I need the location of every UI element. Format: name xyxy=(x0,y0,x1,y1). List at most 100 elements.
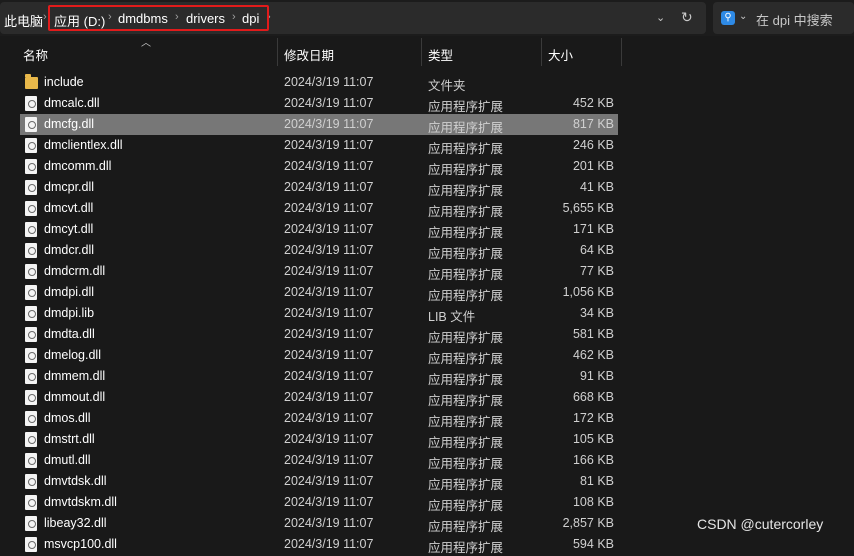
dll-file-icon xyxy=(25,390,37,405)
dll-file-icon xyxy=(25,369,37,384)
file-size: 246 KB xyxy=(572,138,614,152)
refresh-icon[interactable]: ↻ xyxy=(681,9,693,26)
sort-up-icon: ︿ xyxy=(141,38,151,49)
file-row[interactable]: dmmout.dll 2024/3/19 11:07 应用程序扩展 668 KB xyxy=(0,387,854,408)
file-row[interactable]: dmclientlex.dll 2024/3/19 11:07 应用程序扩展 246 … xyxy=(0,135,854,156)
file-type: LIB 文件 xyxy=(428,310,476,324)
file-size: 462 KB xyxy=(572,348,614,362)
file-date: 2024/3/19 11:07 xyxy=(284,327,374,341)
file-row[interactable]: dmdcrm.dll 2024/3/19 11:07 应用程序扩展 77 KB xyxy=(0,261,854,282)
chevron-down-icon[interactable]: ⌄ xyxy=(656,11,665,24)
lib-file-icon xyxy=(25,306,37,321)
file-row[interactable]: dmcalc.dll 2024/3/19 11:07 应用程序扩展 452 KB xyxy=(0,93,854,114)
file-date: 2024/3/19 11:07 xyxy=(284,264,374,278)
file-row[interactable]: include 2024/3/19 11:07 文件夹 xyxy=(0,72,854,93)
file-row[interactable]: dmcpr.dll 2024/3/19 11:07 应用程序扩展 41 KB xyxy=(0,177,854,198)
file-size: 91 KB xyxy=(579,369,614,383)
address-bar[interactable]: 此电脑 › 应用 (D:) › dmdbms › drivers › dpi ›… xyxy=(0,2,706,34)
folder-icon xyxy=(25,74,38,89)
column-type[interactable]: 类型 xyxy=(428,45,453,64)
file-date: 2024/3/19 11:07 xyxy=(284,138,374,152)
file-type: 应用程序扩展 xyxy=(428,163,504,177)
file-size: 171 KB xyxy=(572,222,614,236)
file-size: 2,857 KB xyxy=(562,516,614,530)
file-name: include xyxy=(44,75,84,89)
file-row[interactable]: dmdta.dll 2024/3/19 11:07 应用程序扩展 581 KB xyxy=(0,324,854,345)
file-row[interactable]: dmcyt.dll 2024/3/19 11:07 应用程序扩展 171 KB xyxy=(0,219,854,240)
breadcrumb-root[interactable]: 此电脑 xyxy=(4,11,43,30)
file-size: 172 KB xyxy=(572,411,614,425)
dll-file-icon xyxy=(25,180,37,195)
column-header: ︿ 名称 修改日期 类型 大小 xyxy=(0,36,854,66)
file-size: 64 KB xyxy=(579,243,614,257)
file-type: 应用程序扩展 xyxy=(428,205,504,219)
file-size: 817 KB xyxy=(572,117,614,131)
file-row[interactable]: dmstrt.dll 2024/3/19 11:07 应用程序扩展 105 KB xyxy=(0,429,854,450)
file-name: dmclientlex.dll xyxy=(44,138,123,152)
file-date: 2024/3/19 11:07 xyxy=(284,75,374,89)
file-size: 1,056 KB xyxy=(562,285,614,299)
file-row[interactable]: dmutl.dll 2024/3/19 11:07 应用程序扩展 166 KB xyxy=(0,450,854,471)
file-date: 2024/3/19 11:07 xyxy=(284,516,374,530)
file-date: 2024/3/19 11:07 xyxy=(284,117,374,131)
file-name: dmdta.dll xyxy=(44,327,95,341)
dll-file-icon xyxy=(25,96,37,111)
file-type: 应用程序扩展 xyxy=(428,142,504,156)
file-size: 166 KB xyxy=(572,453,614,467)
file-name: dmdpi.lib xyxy=(44,306,95,320)
dll-file-icon xyxy=(25,264,37,279)
file-row[interactable]: dmos.dll 2024/3/19 11:07 应用程序扩展 172 KB xyxy=(0,408,854,429)
file-name: dmcfg.dll xyxy=(44,117,95,131)
file-date: 2024/3/19 11:07 xyxy=(284,495,374,509)
file-type: 应用程序扩展 xyxy=(428,499,504,513)
file-date: 2024/3/19 11:07 xyxy=(284,453,374,467)
file-date: 2024/3/19 11:07 xyxy=(284,369,374,383)
file-date: 2024/3/19 11:07 xyxy=(284,222,374,236)
file-row[interactable]: dmvtdskm.dll 2024/3/19 11:07 应用程序扩展 108 KB xyxy=(0,492,854,513)
column-divider[interactable] xyxy=(621,38,622,66)
file-row[interactable]: dmdcr.dll 2024/3/19 11:07 应用程序扩展 64 KB xyxy=(0,240,854,261)
file-name: dmcyt.dll xyxy=(44,222,94,236)
column-divider[interactable] xyxy=(277,38,278,66)
search-icon: ⚲ xyxy=(721,11,735,25)
dll-file-icon xyxy=(25,243,37,258)
file-size: 108 KB xyxy=(572,495,614,509)
dll-file-icon xyxy=(25,453,37,468)
column-divider[interactable] xyxy=(421,38,422,66)
file-row[interactable]: dmcvt.dll 2024/3/19 11:07 应用程序扩展 5,655 KB xyxy=(0,198,854,219)
column-date[interactable]: 修改日期 xyxy=(284,45,334,64)
column-name[interactable]: 名称 xyxy=(23,45,48,64)
file-type: 应用程序扩展 xyxy=(428,520,504,534)
file-size: 77 KB xyxy=(579,264,614,278)
file-type: 应用程序扩展 xyxy=(428,457,504,471)
file-row[interactable]: dmcfg.dll 2024/3/19 11:07 应用程序扩展 817 KB xyxy=(20,114,618,135)
file-size: 105 KB xyxy=(572,432,614,446)
file-date: 2024/3/19 11:07 xyxy=(284,537,374,551)
column-divider[interactable] xyxy=(541,38,542,66)
toolbar: 此电脑 › 应用 (D:) › dmdbms › drivers › dpi ›… xyxy=(0,0,854,36)
file-size: 34 KB xyxy=(579,306,614,320)
file-row[interactable]: dmvtdsk.dll 2024/3/19 11:07 应用程序扩展 81 KB xyxy=(0,471,854,492)
column-size[interactable]: 大小 xyxy=(548,45,573,64)
file-name: libeay32.dll xyxy=(44,516,107,530)
chevron-down-icon[interactable]: ⌄ xyxy=(739,11,747,22)
dll-file-icon xyxy=(25,327,37,342)
dll-file-icon xyxy=(25,222,37,237)
file-row[interactable]: dmelog.dll 2024/3/19 11:07 应用程序扩展 462 KB xyxy=(0,345,854,366)
dll-file-icon xyxy=(25,285,37,300)
file-row[interactable]: dmcomm.dll 2024/3/19 11:07 应用程序扩展 201 KB xyxy=(0,156,854,177)
file-row[interactable]: dmmem.dll 2024/3/19 11:07 应用程序扩展 91 KB xyxy=(0,366,854,387)
watermark: CSDN @cutercorley xyxy=(697,516,824,532)
search-input[interactable]: 在 dpi 中搜索 xyxy=(756,10,833,29)
file-name: dmmem.dll xyxy=(44,369,106,383)
file-row[interactable]: dmdpi.lib 2024/3/19 11:07 LIB 文件 34 KB xyxy=(0,303,854,324)
file-date: 2024/3/19 11:07 xyxy=(284,348,374,362)
file-type: 应用程序扩展 xyxy=(428,394,504,408)
file-name: dmos.dll xyxy=(44,411,91,425)
file-type: 应用程序扩展 xyxy=(428,100,504,114)
file-name: dmmout.dll xyxy=(44,390,106,404)
chevron-right-icon[interactable]: › xyxy=(43,11,47,23)
search-box[interactable]: ⚲ ⌄ 在 dpi 中搜索 xyxy=(713,2,854,34)
file-row[interactable]: dmdpi.dll 2024/3/19 11:07 应用程序扩展 1,056 KB xyxy=(0,282,854,303)
file-date: 2024/3/19 11:07 xyxy=(284,411,374,425)
